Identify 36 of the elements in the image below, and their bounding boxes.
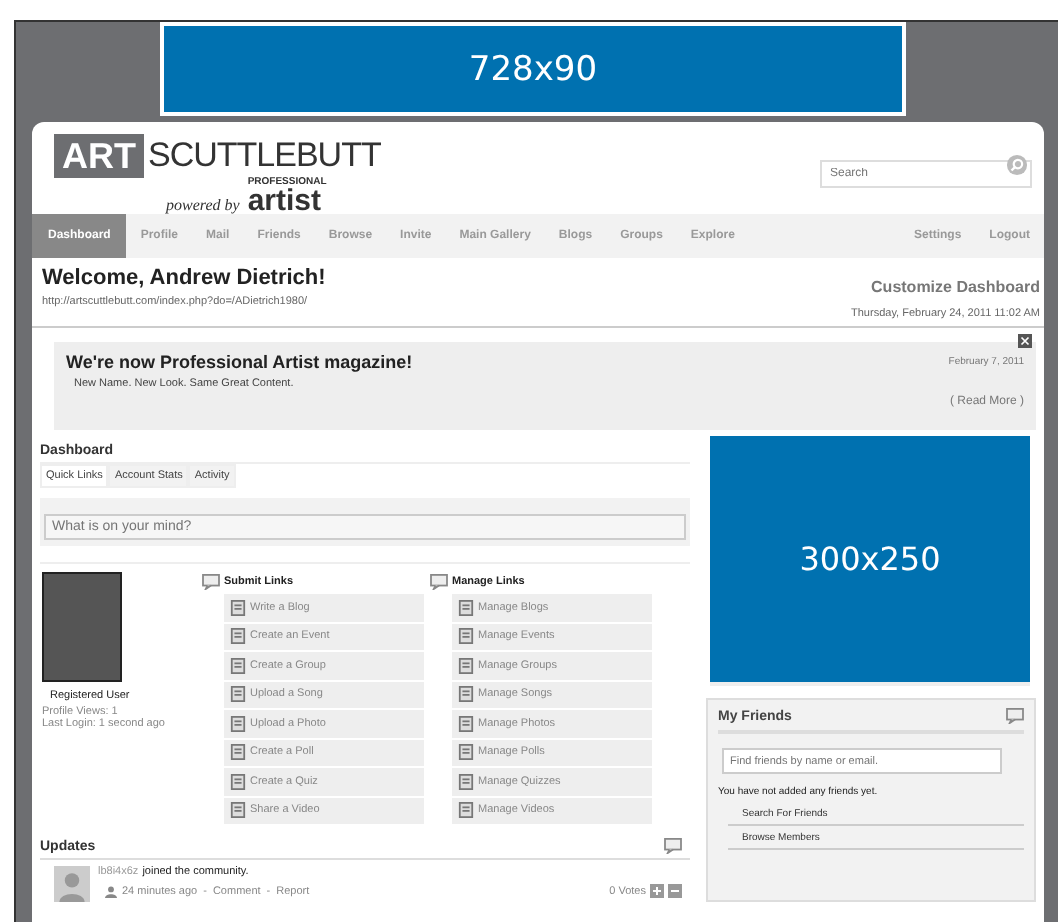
brand-logo: artist	[247, 188, 323, 214]
welcome-title: Welcome, Andrew Dietrich!	[42, 266, 326, 290]
photo-placeholder	[42, 572, 122, 682]
search-icon[interactable]	[1006, 153, 1028, 175]
minus-icon[interactable]	[668, 884, 682, 898]
avatar-icon	[54, 866, 90, 902]
ad-size-label: 728x90	[468, 49, 598, 89]
comment-icon	[1006, 708, 1024, 724]
ad-size-label: 300x250	[799, 540, 941, 578]
logo-art: ART	[54, 134, 144, 178]
customize-dashboard-link[interactable]: Customize Dashboard	[871, 278, 1040, 296]
powered-by-text: powered by	[166, 196, 240, 214]
page-icon	[230, 599, 246, 616]
page-icon	[230, 686, 246, 703]
page-icon	[230, 773, 246, 790]
page-icon	[230, 802, 246, 819]
page-icon	[458, 628, 474, 645]
plus-icon[interactable]	[650, 884, 664, 898]
notice-title: We're now Professional Artist magazine!	[66, 352, 413, 372]
page-icon	[458, 744, 474, 761]
logo-name: SCUTTLEBUTT	[148, 136, 381, 176]
page-icon	[230, 657, 246, 674]
close-icon[interactable]	[1018, 334, 1032, 348]
page-icon	[230, 744, 246, 761]
page-icon	[230, 628, 246, 645]
comment-icon	[202, 574, 220, 590]
page-icon	[458, 657, 474, 674]
page-icon	[458, 773, 474, 790]
page-icon	[458, 686, 474, 703]
comment-icon	[664, 838, 682, 854]
page-icon	[230, 715, 246, 732]
people-icon	[104, 885, 118, 897]
page-icon	[458, 715, 474, 732]
comment-icon	[430, 574, 448, 590]
page-icon	[458, 802, 474, 819]
page-icon	[458, 599, 474, 616]
